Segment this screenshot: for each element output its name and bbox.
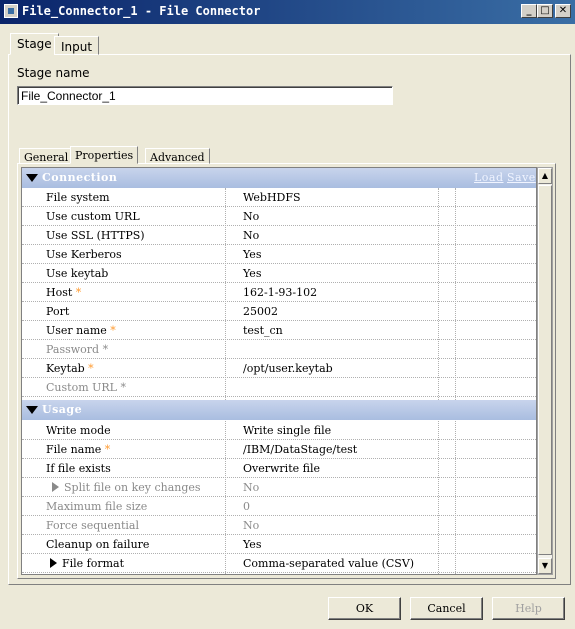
- scroll-thumb[interactable]: [538, 185, 552, 555]
- property-name: Keytab *: [46, 362, 94, 375]
- property-row[interactable]: Port 25002: [22, 302, 536, 321]
- property-row[interactable]: Maximum file size 0: [22, 497, 536, 516]
- property-value[interactable]: /IBM/DataStage/test: [243, 443, 357, 456]
- property-value[interactable]: WebHDFS: [243, 191, 301, 204]
- app-icon: [4, 4, 18, 18]
- section-usage[interactable]: Usage: [22, 400, 536, 420]
- property-value[interactable]: No: [243, 229, 259, 242]
- property-row[interactable]: Use custom URL No: [22, 207, 536, 226]
- property-value[interactable]: Yes: [243, 248, 261, 261]
- property-name: Port: [46, 305, 70, 318]
- property-value[interactable]: 162-1-93-102: [243, 286, 317, 299]
- property-row[interactable]: Write mode Write single file: [22, 421, 536, 440]
- property-value[interactable]: No: [243, 519, 259, 532]
- section-label: Usage: [42, 403, 83, 416]
- property-value[interactable]: Overwrite file: [243, 462, 320, 475]
- expand-icon[interactable]: [52, 482, 59, 492]
- tab-advanced[interactable]: Advanced: [145, 148, 210, 164]
- property-name: Use keytab: [46, 267, 109, 280]
- property-value[interactable]: No: [243, 210, 259, 223]
- save-link[interactable]: Save: [507, 171, 536, 184]
- property-row[interactable]: Host * 162-1-93-102: [22, 283, 536, 302]
- collapse-icon[interactable]: [26, 406, 38, 414]
- property-row[interactable]: Split file on key changes No: [22, 478, 536, 497]
- property-row[interactable]: Custom URL *: [22, 378, 536, 397]
- section-connection[interactable]: Connection Load Save: [22, 168, 536, 188]
- property-name: Use Kerberos: [46, 248, 122, 261]
- property-name: Host *: [46, 286, 82, 299]
- property-row[interactable]: If file exists Overwrite file: [22, 459, 536, 478]
- property-name: If file exists: [46, 462, 111, 475]
- tab-input[interactable]: Input: [54, 36, 100, 55]
- close-button[interactable]: ✕: [555, 4, 571, 18]
- property-value[interactable]: Write single file: [243, 424, 331, 437]
- tab-stage[interactable]: Stage: [10, 33, 59, 55]
- required-star-icon: *: [120, 381, 126, 394]
- property-row[interactable]: Use Kerberos Yes: [22, 245, 536, 264]
- property-name: Write mode: [46, 424, 111, 437]
- required-star-icon: *: [110, 324, 116, 337]
- scroll-up-icon[interactable]: ▲: [538, 168, 552, 184]
- property-name: File system: [46, 191, 110, 204]
- window-title: File_Connector_1 - File Connector: [22, 4, 261, 18]
- tab-general[interactable]: General: [19, 148, 74, 164]
- collapse-icon[interactable]: [26, 174, 38, 182]
- property-name: File format: [62, 557, 125, 570]
- required-star-icon: *: [88, 362, 94, 375]
- property-row[interactable]: File system WebHDFS: [22, 188, 536, 207]
- expand-icon[interactable]: [50, 558, 57, 568]
- property-value[interactable]: Yes: [243, 267, 261, 280]
- stage-name-input[interactable]: File_Connector_1: [17, 86, 393, 105]
- property-value[interactable]: /opt/user.keytab: [243, 362, 333, 375]
- property-name: Password *: [46, 343, 109, 356]
- vertical-scrollbar[interactable]: ▲ ▼: [537, 167, 553, 575]
- property-name: File name *: [46, 443, 111, 456]
- section-label: Connection: [42, 171, 118, 184]
- property-row[interactable]: File format Comma-separated value (CSV): [22, 554, 536, 573]
- property-row[interactable]: Password *: [22, 340, 536, 359]
- minimize-button[interactable]: _: [521, 4, 537, 18]
- property-value[interactable]: No: [243, 481, 259, 494]
- property-name: Use SSL (HTTPS): [46, 229, 145, 242]
- cancel-button[interactable]: Cancel: [410, 597, 483, 620]
- property-row[interactable]: Cleanup on failure Yes: [22, 535, 536, 554]
- property-name: Use custom URL: [46, 210, 140, 223]
- required-star-icon: *: [104, 443, 111, 456]
- required-star-icon: *: [102, 343, 109, 356]
- property-row[interactable]: Use keytab Yes: [22, 264, 536, 283]
- property-row[interactable]: Force sequential No: [22, 516, 536, 535]
- property-name: Split file on key changes: [64, 481, 201, 494]
- help-button[interactable]: Help: [492, 597, 565, 620]
- property-row[interactable]: Use SSL (HTTPS) No: [22, 226, 536, 245]
- ok-button[interactable]: OK: [328, 597, 401, 620]
- tab-properties[interactable]: Properties: [70, 146, 139, 164]
- property-row[interactable]: Keytab * /opt/user.keytab: [22, 359, 536, 378]
- maximize-button[interactable]: □: [537, 4, 553, 18]
- property-grid[interactable]: Connection Load Save File system WebHDFS U…: [21, 167, 537, 575]
- property-value[interactable]: test_cn: [243, 324, 283, 337]
- property-value[interactable]: Yes: [243, 538, 261, 551]
- required-star-icon: *: [75, 286, 82, 299]
- property-value[interactable]: 25002: [243, 305, 278, 318]
- property-value[interactable]: 0: [243, 500, 250, 513]
- scroll-down-icon[interactable]: ▼: [538, 558, 552, 574]
- property-name: Force sequential: [46, 519, 139, 532]
- title-bar[interactable]: File_Connector_1 - File Connector _ □ ✕: [0, 0, 575, 24]
- property-value[interactable]: Comma-separated value (CSV): [243, 557, 414, 570]
- property-name: Maximum file size: [46, 500, 148, 513]
- property-row[interactable]: File name * /IBM/DataStage/test: [22, 440, 536, 459]
- property-name: Custom URL *: [46, 381, 126, 394]
- property-name: Cleanup on failure: [46, 538, 150, 551]
- load-link[interactable]: Load: [474, 171, 504, 184]
- stage-name-label: Stage name: [17, 66, 90, 80]
- property-row[interactable]: User name * test_cn: [22, 321, 536, 340]
- property-name: User name *: [46, 324, 116, 337]
